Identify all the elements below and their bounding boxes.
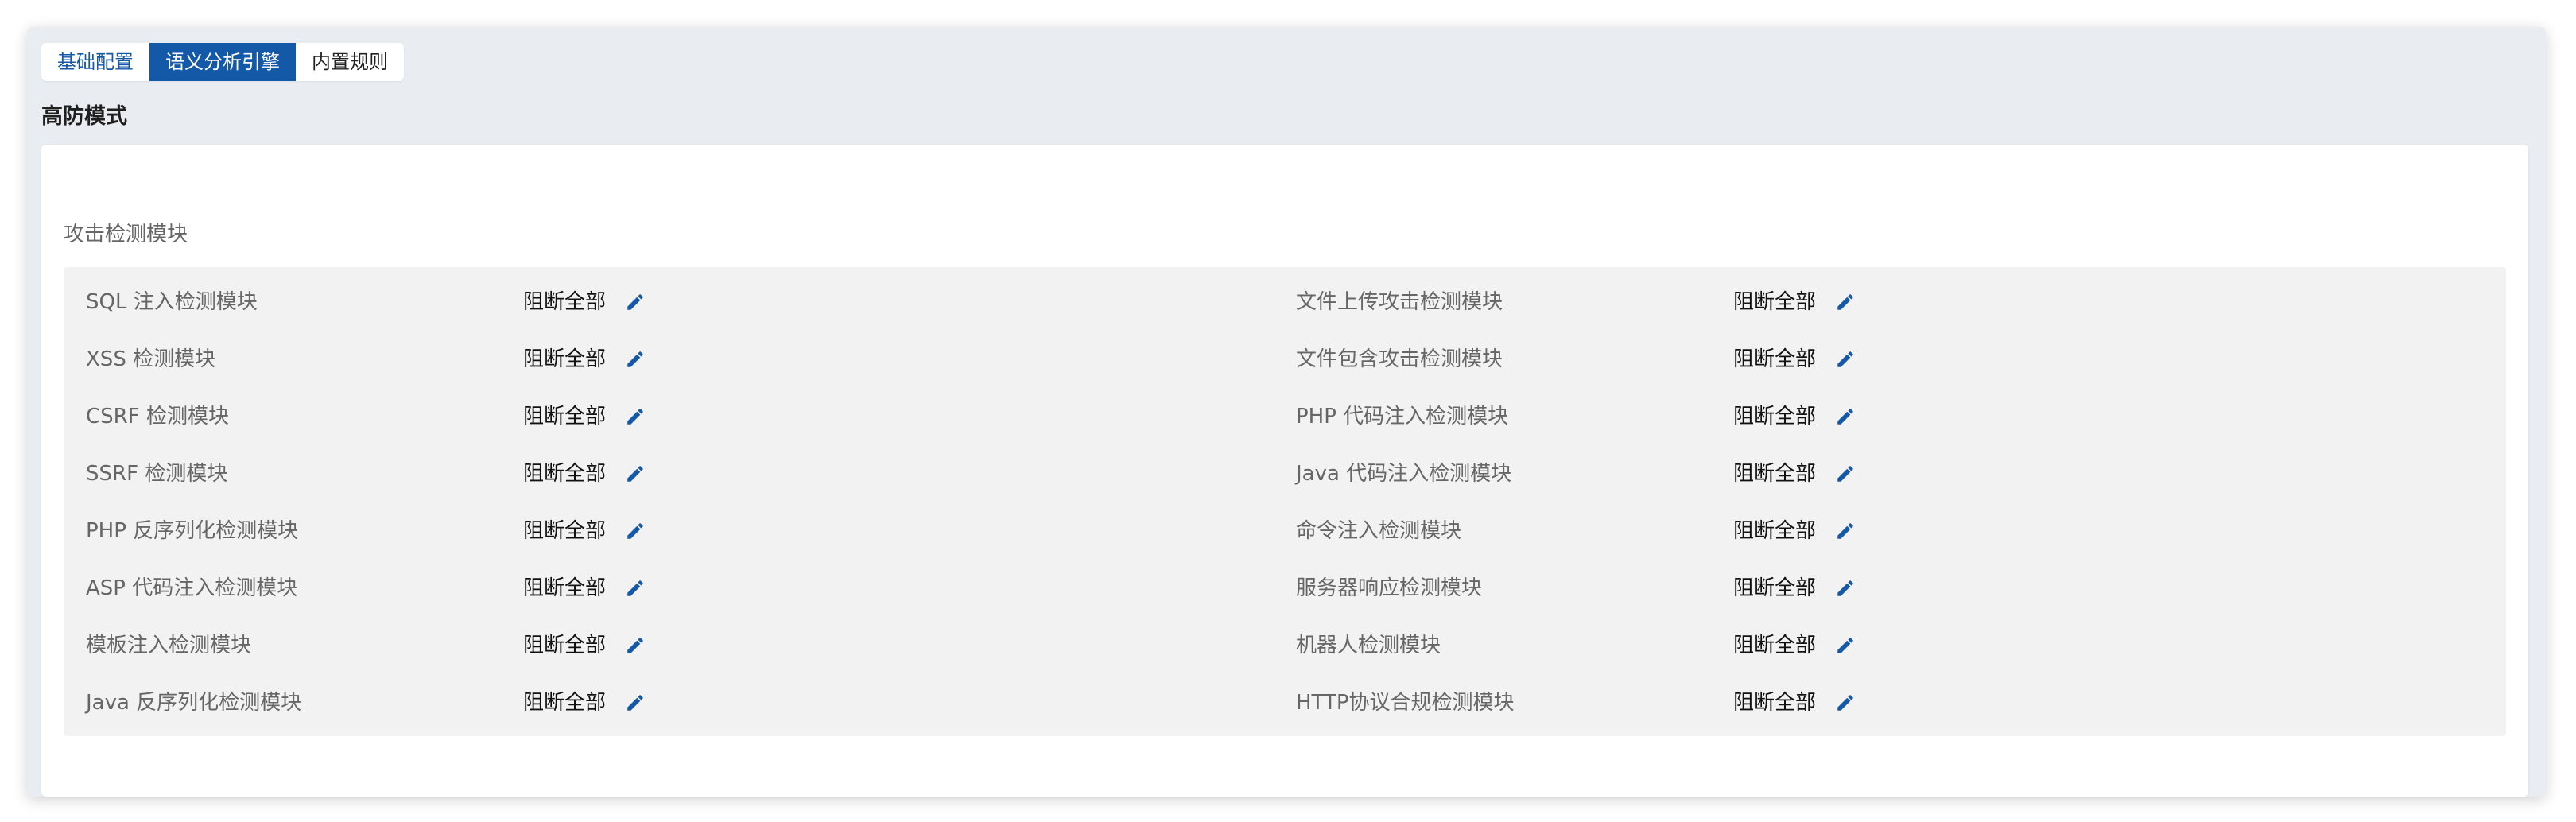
module-name: 服务器响应检测模块 [1296, 576, 1483, 600]
module-action: 阻断全部 [523, 691, 607, 715]
attack-detection-card: 攻击检测模块 SQL 注入检测模块 阻断全部 XSS 检测模块 阻断全部 CSRF 检测… [41, 145, 2528, 797]
module-action: 阻断全部 [1733, 576, 1817, 600]
pencil-icon[interactable] [1835, 635, 1856, 656]
tab-basic-config[interactable]: 基础配置 [41, 43, 149, 81]
section-title: 高防模式 [41, 104, 127, 129]
module-action: 阻断全部 [523, 576, 607, 600]
module-action: 阻断全部 [1733, 691, 1817, 715]
card-title: 攻击检测模块 [64, 223, 188, 246]
module-name: Java 反序列化检测模块 [86, 691, 302, 715]
module-name: 文件包含攻击检测模块 [1296, 347, 1503, 371]
pencil-icon[interactable] [1835, 578, 1856, 599]
module-name: PHP 代码注入检测模块 [1296, 405, 1509, 428]
module-row: Java 反序列化检测模块 阻断全部 [64, 674, 1256, 731]
module-row: CSRF 检测模块 阻断全部 [64, 388, 1256, 445]
module-name: PHP 反序列化检测模块 [86, 519, 299, 543]
module-row: 服务器响应检测模块 阻断全部 [1274, 560, 2466, 617]
pencil-icon[interactable] [1835, 521, 1856, 541]
module-name: 模板注入检测模块 [86, 634, 252, 657]
module-row: ASP 代码注入检测模块 阻断全部 [64, 560, 1256, 617]
module-row: 文件上传攻击检测模块 阻断全部 [1274, 273, 2466, 331]
pencil-icon[interactable] [1835, 292, 1856, 312]
module-row: PHP 反序列化检测模块 阻断全部 [64, 502, 1256, 560]
module-action: 阻断全部 [1733, 405, 1817, 428]
tab-builtin-rules[interactable]: 内置规则 [296, 43, 404, 81]
module-row: 机器人检测模块 阻断全部 [1274, 617, 2466, 674]
pencil-icon[interactable] [625, 406, 646, 427]
module-action: 阻断全部 [523, 519, 607, 543]
pencil-icon[interactable] [1835, 692, 1856, 713]
module-action: 阻断全部 [523, 347, 607, 371]
module-action: 阻断全部 [523, 462, 607, 486]
module-row: 文件包含攻击检测模块 阻断全部 [1274, 331, 2466, 388]
module-row: SQL 注入检测模块 阻断全部 [64, 273, 1256, 331]
pencil-icon[interactable] [625, 463, 646, 484]
module-name: 文件上传攻击检测模块 [1296, 290, 1503, 314]
module-action: 阻断全部 [1733, 290, 1817, 314]
module-row: PHP 代码注入检测模块 阻断全部 [1274, 388, 2466, 445]
pencil-icon[interactable] [625, 692, 646, 713]
module-name: Java 代码注入检测模块 [1296, 462, 1512, 486]
module-name: SQL 注入检测模块 [86, 290, 258, 314]
module-name: XSS 检测模块 [86, 347, 216, 371]
tab-semantic-engine[interactable]: 语义分析引擎 [149, 43, 296, 81]
module-list: SQL 注入检测模块 阻断全部 XSS 检测模块 阻断全部 CSRF 检测模块 阻断全部 S… [64, 267, 2506, 736]
tab-bar: 基础配置 语义分析引擎 内置规则 [41, 43, 404, 81]
module-name: CSRF 检测模块 [86, 405, 229, 428]
pencil-icon[interactable] [625, 349, 646, 370]
module-action: 阻断全部 [1733, 462, 1817, 486]
pencil-icon[interactable] [625, 635, 646, 656]
pencil-icon[interactable] [625, 292, 646, 312]
module-name: SSRF 检测模块 [86, 462, 228, 486]
module-row: HTTP协议合规检测模块 阻断全部 [1274, 674, 2466, 731]
module-name: HTTP协议合规检测模块 [1296, 691, 1515, 715]
module-action: 阻断全部 [523, 405, 607, 428]
pencil-icon[interactable] [1835, 349, 1856, 370]
module-row: SSRF 检测模块 阻断全部 [64, 445, 1256, 502]
module-action: 阻断全部 [1733, 347, 1817, 371]
module-action: 阻断全部 [523, 634, 607, 657]
pencil-icon[interactable] [1835, 406, 1856, 427]
module-name: ASP 代码注入检测模块 [86, 576, 298, 600]
module-name: 机器人检测模块 [1296, 634, 1441, 657]
pencil-icon[interactable] [1835, 463, 1856, 484]
module-row: Java 代码注入检测模块 阻断全部 [1274, 445, 2466, 502]
module-name: 命令注入检测模块 [1296, 519, 1462, 543]
module-row: XSS 检测模块 阻断全部 [64, 331, 1256, 388]
module-action: 阻断全部 [1733, 519, 1817, 543]
module-action: 阻断全部 [1733, 634, 1817, 657]
config-panel: 基础配置 语义分析引擎 内置规则 高防模式 攻击检测模块 SQL 注入检测模块阻… [27, 27, 2546, 797]
module-action: 阻断全部 [523, 290, 607, 314]
module-row: 命令注入检测模块 阻断全部 [1274, 502, 2466, 560]
pencil-icon[interactable] [625, 578, 646, 599]
module-row: 模板注入检测模块 阻断全部 [64, 617, 1256, 674]
pencil-icon[interactable] [625, 521, 646, 541]
